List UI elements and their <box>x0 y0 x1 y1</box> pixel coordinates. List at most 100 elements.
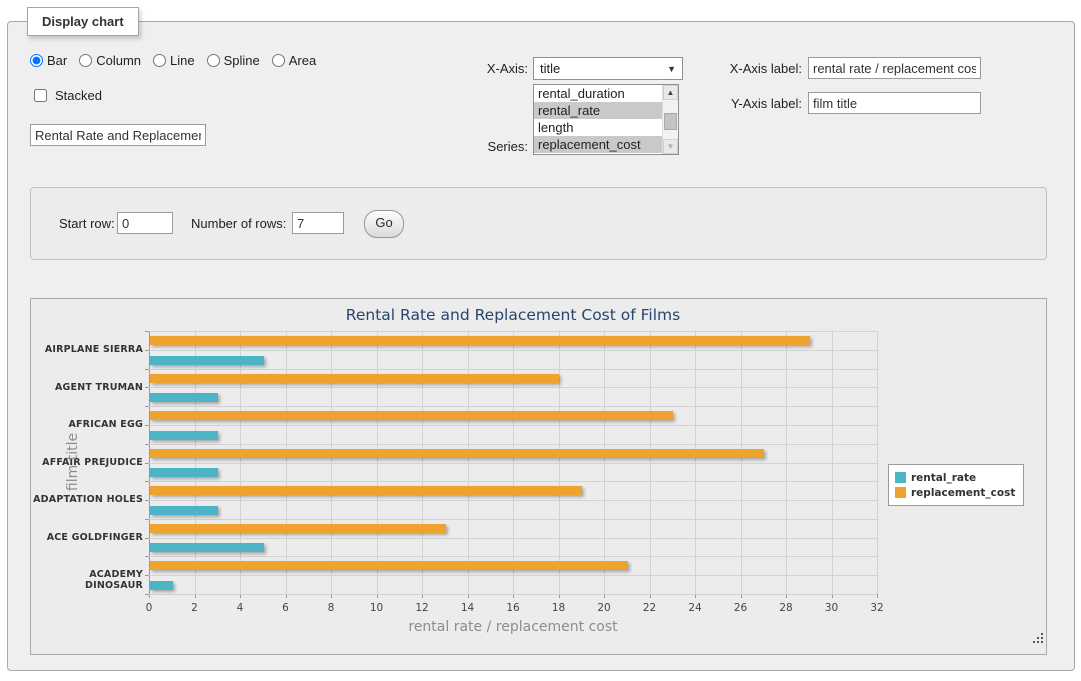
scroll-down-icon[interactable]: ▼ <box>663 139 678 154</box>
y-axis-tick <box>145 350 149 351</box>
x-tick-label: 30 <box>817 602 847 614</box>
x-tick-label: 12 <box>407 602 437 614</box>
bar-replacement_cost[interactable] <box>150 486 582 495</box>
series-option-rental_rate[interactable]: rental_rate <box>534 102 663 119</box>
bar-replacement_cost[interactable] <box>150 374 559 383</box>
x-axis-select[interactable]: title ▼ <box>533 57 683 80</box>
bar-replacement_cost[interactable] <box>150 449 764 458</box>
chart-legend: rental_rate replacement_cost <box>888 464 1024 506</box>
series-option-length[interactable]: length <box>534 119 663 136</box>
bar-replacement_cost[interactable] <box>150 524 446 533</box>
start-row-label: Start row: <box>59 216 115 231</box>
y-axis-tick <box>145 519 149 520</box>
bar-rental_rate[interactable] <box>150 506 218 515</box>
chart-type-radio-bar[interactable] <box>30 54 43 67</box>
x-axis-selected-value: title <box>540 61 560 76</box>
chart-type-option-column: Column <box>79 53 141 68</box>
chart-type-label: Spline <box>224 53 260 68</box>
stacked-label: Stacked <box>55 88 102 103</box>
y-axis-tick <box>145 425 149 426</box>
legend-label: replacement_cost <box>911 487 1015 499</box>
y-axis-tick <box>145 500 149 501</box>
y-axis-tick <box>145 575 149 576</box>
legend-swatch-replacement_cost <box>895 487 906 498</box>
gridline-horizontal <box>149 350 877 351</box>
legend-item-replacement_cost[interactable]: replacement_cost <box>895 485 1015 500</box>
series-select-label: Series: <box>448 139 528 154</box>
bar-replacement_cost[interactable] <box>150 336 810 345</box>
gridline-horizontal <box>149 481 877 482</box>
y-axis-tick <box>145 406 149 407</box>
bar-replacement_cost[interactable] <box>150 561 628 570</box>
number-of-rows-input[interactable] <box>292 212 344 234</box>
x-tick-label: 2 <box>180 602 210 614</box>
chart-type-radio-group: BarColumnLineSplineArea <box>30 53 316 68</box>
number-of-rows-label: Number of rows: <box>191 216 286 231</box>
start-row-input[interactable] <box>117 212 173 234</box>
gridline-horizontal <box>149 444 877 445</box>
y-axis-tick <box>145 594 149 595</box>
chart-type-option-area: Area <box>272 53 316 68</box>
series-options: rental_durationrental_ratelengthreplacem… <box>534 85 663 153</box>
bar-rental_rate[interactable] <box>150 468 218 477</box>
scrollbar-thumb[interactable] <box>664 113 677 130</box>
y-axis-tick <box>145 481 149 482</box>
legend-item-rental_rate[interactable]: rental_rate <box>895 470 1015 485</box>
x-axis-label-input[interactable] <box>808 57 981 79</box>
legend-label: rental_rate <box>911 472 976 484</box>
scroll-up-icon[interactable]: ▲ <box>663 85 678 100</box>
x-axis-select-label: X-Axis: <box>448 61 528 76</box>
stacked-checkbox[interactable] <box>34 89 47 102</box>
chart-canvas: Rental Rate and Replacement Cost of Film… <box>30 298 1047 655</box>
row-range-box: Start row: Number of rows: Go <box>30 187 1047 260</box>
gridline-horizontal <box>149 500 877 501</box>
bar-rental_rate[interactable] <box>150 431 218 440</box>
gridline-horizontal <box>149 519 877 520</box>
legend-swatch-rental_rate <box>895 472 906 483</box>
y-axis-tick <box>145 538 149 539</box>
series-multiselect[interactable]: rental_durationrental_ratelengthreplacem… <box>533 84 679 155</box>
y-axis-tick <box>145 369 149 370</box>
fieldset-title: Display chart <box>27 7 139 36</box>
x-tick-label: 6 <box>271 602 301 614</box>
chart-title-input[interactable] <box>30 124 206 146</box>
bar-rental_rate[interactable] <box>150 581 173 590</box>
bar-replacement_cost[interactable] <box>150 411 673 420</box>
chart-type-label: Area <box>289 53 316 68</box>
gridline-horizontal <box>149 369 877 370</box>
y-axis-label-input[interactable] <box>808 92 981 114</box>
x-axis-label-label: X-Axis label: <box>718 61 802 76</box>
series-scrollbar[interactable]: ▲ ▼ <box>662 85 678 154</box>
series-option-replacement_cost[interactable]: replacement_cost <box>534 136 663 153</box>
x-tick-label: 16 <box>498 602 528 614</box>
gridline-horizontal <box>149 556 877 557</box>
bar-rental_rate[interactable] <box>150 356 264 365</box>
gridline-horizontal <box>149 387 877 388</box>
x-axis-tick <box>877 594 878 598</box>
resize-handle-icon[interactable] <box>1032 632 1044 644</box>
gridline-horizontal <box>149 425 877 426</box>
series-option-rental_duration[interactable]: rental_duration <box>534 85 663 102</box>
x-tick-label: 26 <box>726 602 756 614</box>
y-axis-tick <box>145 331 149 332</box>
chart-type-radio-area[interactable] <box>272 54 285 67</box>
y-axis-label-label: Y-Axis label: <box>718 96 802 111</box>
gridline-horizontal <box>149 406 877 407</box>
chart-type-radio-column[interactable] <box>79 54 92 67</box>
x-tick-label: 4 <box>225 602 255 614</box>
chart-type-radio-spline[interactable] <box>207 54 220 67</box>
x-tick-label: 24 <box>680 602 710 614</box>
chart-type-radio-line[interactable] <box>153 54 166 67</box>
x-tick-label: 28 <box>771 602 801 614</box>
category-label: AFRICAN EGG <box>33 419 143 430</box>
chevron-down-icon: ▼ <box>667 64 676 74</box>
chart-type-label: Bar <box>47 53 67 68</box>
gridline-horizontal <box>149 538 877 539</box>
go-button[interactable]: Go <box>364 210 404 238</box>
x-tick-label: 18 <box>544 602 574 614</box>
x-tick-label: 10 <box>362 602 392 614</box>
bar-rental_rate[interactable] <box>150 393 218 402</box>
y-axis-tick <box>145 444 149 445</box>
bar-rental_rate[interactable] <box>150 543 264 552</box>
y-axis-tick <box>145 556 149 557</box>
